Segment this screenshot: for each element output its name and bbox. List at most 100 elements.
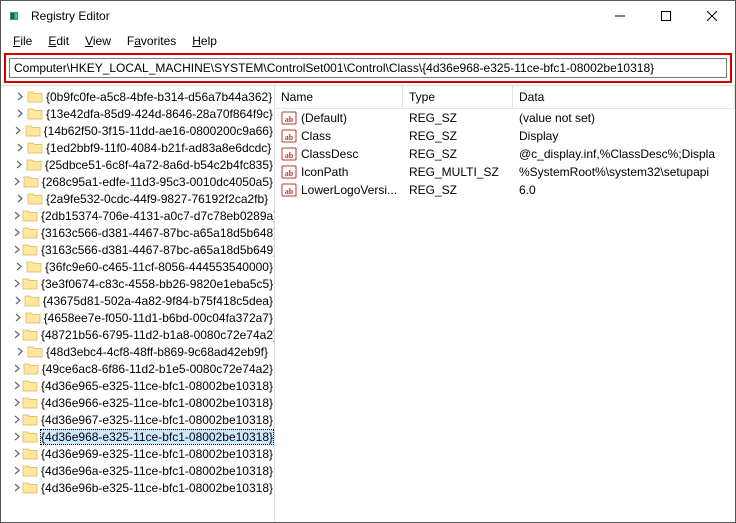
folder-icon: [23, 174, 39, 190]
tree-item[interactable]: {43675d81-502a-4a82-9f84-b75f418c5dea}: [1, 292, 274, 309]
chevron-right-icon[interactable]: [13, 90, 27, 104]
menu-help[interactable]: Help: [184, 32, 225, 50]
value-row[interactable]: abClassREG_SZDisplay: [275, 127, 735, 145]
tree-item[interactable]: {4d36e965-e325-11ce-bfc1-08002be10318}: [1, 377, 274, 394]
value-row[interactable]: ab(Default)REG_SZ(value not set): [275, 109, 735, 127]
folder-icon: [22, 429, 38, 445]
tree-item[interactable]: {48721b56-6795-11d2-b1a8-0080c72e74a2}: [1, 326, 274, 343]
tree-item[interactable]: {268c95a1-edfe-11d3-95c3-0010dc4050a5}: [1, 173, 274, 190]
chevron-right-icon[interactable]: [13, 430, 22, 444]
minimize-button[interactable]: [597, 1, 643, 31]
tree-item[interactable]: {49ce6ac8-6f86-11d2-b1e5-0080c72e74a2}: [1, 360, 274, 377]
folder-icon: [24, 293, 40, 309]
chevron-right-icon[interactable]: [13, 413, 22, 427]
chevron-right-icon[interactable]: [13, 141, 27, 155]
tree-item-label: {4d36e967-e325-11ce-bfc1-08002be10318}: [40, 413, 274, 427]
tree-item[interactable]: {1ed2bbf9-11f0-4084-b21f-ad83a8e6dcdc}: [1, 139, 274, 156]
col-data[interactable]: Data: [513, 86, 735, 109]
tree-item[interactable]: {4d36e967-e325-11ce-bfc1-08002be10318}: [1, 411, 274, 428]
tree-item-label: {4d36e966-e325-11ce-bfc1-08002be10318}: [40, 396, 274, 410]
chevron-right-icon[interactable]: [13, 158, 26, 172]
tree-item-label: {4d36e969-e325-11ce-bfc1-08002be10318}: [40, 447, 274, 461]
tree-item[interactable]: {3163c566-d381-4467-87bc-a65a18d5b648}: [1, 224, 274, 241]
folder-icon: [23, 361, 39, 377]
tree-item-label: {49ce6ac8-6f86-11d2-b1e5-0080c72e74a2}: [41, 362, 274, 376]
chevron-right-icon[interactable]: [13, 175, 23, 189]
chevron-right-icon[interactable]: [13, 192, 27, 206]
svg-text:ab: ab: [285, 187, 294, 196]
folder-icon: [22, 276, 38, 292]
value-name: (Default): [301, 111, 347, 125]
main: {0b9fc0fe-a5c8-4bfe-b314-d56a7b44a362} {1…: [1, 85, 735, 522]
chevron-right-icon[interactable]: [13, 294, 24, 308]
tree-item[interactable]: {4658ee7e-f050-11d1-b6bd-00c04fa372a7}: [1, 309, 274, 326]
value-row[interactable]: abClassDescREG_SZ@c_display.inf,%ClassDe…: [275, 145, 735, 163]
tree-item[interactable]: {0b9fc0fe-a5c8-4bfe-b314-d56a7b44a362}: [1, 88, 274, 105]
tree-item[interactable]: {4d36e968-e325-11ce-bfc1-08002be10318}: [1, 428, 274, 445]
tree-pane[interactable]: {0b9fc0fe-a5c8-4bfe-b314-d56a7b44a362} {1…: [1, 86, 275, 522]
tree-item-label: {1ed2bbf9-11f0-4084-b21f-ad83a8e6dcdc}: [45, 141, 272, 155]
svg-text:ab: ab: [285, 133, 294, 142]
chevron-right-icon[interactable]: [13, 328, 22, 342]
tree-item-label: {4d36e968-e325-11ce-bfc1-08002be10318}: [40, 429, 274, 445]
chevron-right-icon[interactable]: [13, 481, 22, 495]
tree-item[interactable]: {14b62f50-3f15-11dd-ae16-0800200c9a66}: [1, 122, 274, 139]
value-name: IconPath: [301, 165, 348, 179]
tree-item-label: {14b62f50-3f15-11dd-ae16-0800200c9a66}: [43, 124, 274, 138]
chevron-right-icon[interactable]: [13, 447, 22, 461]
chevron-right-icon[interactable]: [13, 209, 22, 223]
tree-item[interactable]: {3e3f0674-c83c-4558-bb26-9820e1eba5c5}: [1, 275, 274, 292]
folder-icon: [22, 412, 38, 428]
col-type[interactable]: Type: [403, 86, 513, 109]
folder-icon: [22, 395, 38, 411]
address-bar[interactable]: Computer\HKEY_LOCAL_MACHINE\SYSTEM\Contr…: [9, 58, 727, 78]
chevron-right-icon[interactable]: [13, 311, 25, 325]
chevron-right-icon[interactable]: [13, 379, 22, 393]
tree-item-label: {13e42dfa-85d9-424d-8646-28a70f864f9c}: [45, 107, 274, 121]
svg-text:ab: ab: [285, 151, 294, 160]
chevron-right-icon[interactable]: [13, 243, 22, 257]
close-button[interactable]: [689, 1, 735, 31]
values-pane[interactable]: Name Type Data ab (Default) REG_SZ (value n…: [275, 86, 735, 522]
menu-view[interactable]: View: [77, 32, 119, 50]
tree-item[interactable]: {3163c566-d381-4467-87bc-a65a18d5b649}: [1, 241, 274, 258]
chevron-right-icon[interactable]: [13, 107, 27, 121]
tree-item[interactable]: {4d36e966-e325-11ce-bfc1-08002be10318}: [1, 394, 274, 411]
string-value-icon: ab: [281, 110, 297, 126]
tree-item[interactable]: {2db15374-706e-4131-a0c7-d7c78eb0289a}: [1, 207, 274, 224]
tree-item[interactable]: {4d36e969-e325-11ce-bfc1-08002be10318}: [1, 445, 274, 462]
col-name[interactable]: Name: [275, 86, 403, 109]
chevron-right-icon[interactable]: [13, 124, 25, 138]
value-data: (value not set): [513, 111, 735, 125]
chevron-right-icon[interactable]: [13, 226, 22, 240]
folder-icon: [25, 310, 41, 326]
folder-icon: [27, 106, 43, 122]
value-name: ClassDesc: [301, 147, 358, 161]
tree-item[interactable]: {25dbce51-6c8f-4a72-8a6d-b54c2b4fc835}: [1, 156, 274, 173]
menu-file[interactable]: File: [5, 32, 40, 50]
value-row[interactable]: abLowerLogoVersi...REG_SZ6.0: [275, 181, 735, 199]
maximize-button[interactable]: [643, 1, 689, 31]
tree-item[interactable]: {48d3ebc4-4cf8-48ff-b869-9c68ad42eb9f}: [1, 343, 274, 360]
svg-text:ab: ab: [285, 169, 294, 178]
tree-item[interactable]: {4d36e96a-e325-11ce-bfc1-08002be10318}: [1, 462, 274, 479]
tree-item-label: {268c95a1-edfe-11d3-95c3-0010dc4050a5}: [41, 175, 274, 189]
tree-item[interactable]: {4d36e96b-e325-11ce-bfc1-08002be10318}: [1, 479, 274, 496]
menu-edit[interactable]: Edit: [40, 32, 77, 50]
chevron-right-icon[interactable]: [13, 345, 27, 359]
folder-icon: [22, 446, 38, 462]
chevron-right-icon[interactable]: [13, 464, 22, 478]
tree-item[interactable]: {13e42dfa-85d9-424d-8646-28a70f864f9c}: [1, 105, 274, 122]
chevron-right-icon[interactable]: [13, 277, 22, 291]
menu-favorites[interactable]: Favorites: [119, 32, 184, 50]
value-type: REG_SZ: [403, 147, 513, 161]
chevron-right-icon[interactable]: [13, 396, 22, 410]
tree-item-label: {3163c566-d381-4467-87bc-a65a18d5b649}: [40, 243, 275, 257]
chevron-right-icon[interactable]: [13, 260, 26, 274]
value-row[interactable]: abIconPathREG_MULTI_SZ%SystemRoot%\syste…: [275, 163, 735, 181]
tree-item[interactable]: {2a9fe532-0cdc-44f9-9827-76192f2ca2fb}: [1, 190, 274, 207]
tree-item[interactable]: {36fc9e60-c465-11cf-8056-444553540000}: [1, 258, 274, 275]
tree-item-label: {3163c566-d381-4467-87bc-a65a18d5b648}: [40, 226, 275, 240]
chevron-right-icon[interactable]: [13, 362, 23, 376]
folder-icon: [22, 463, 38, 479]
